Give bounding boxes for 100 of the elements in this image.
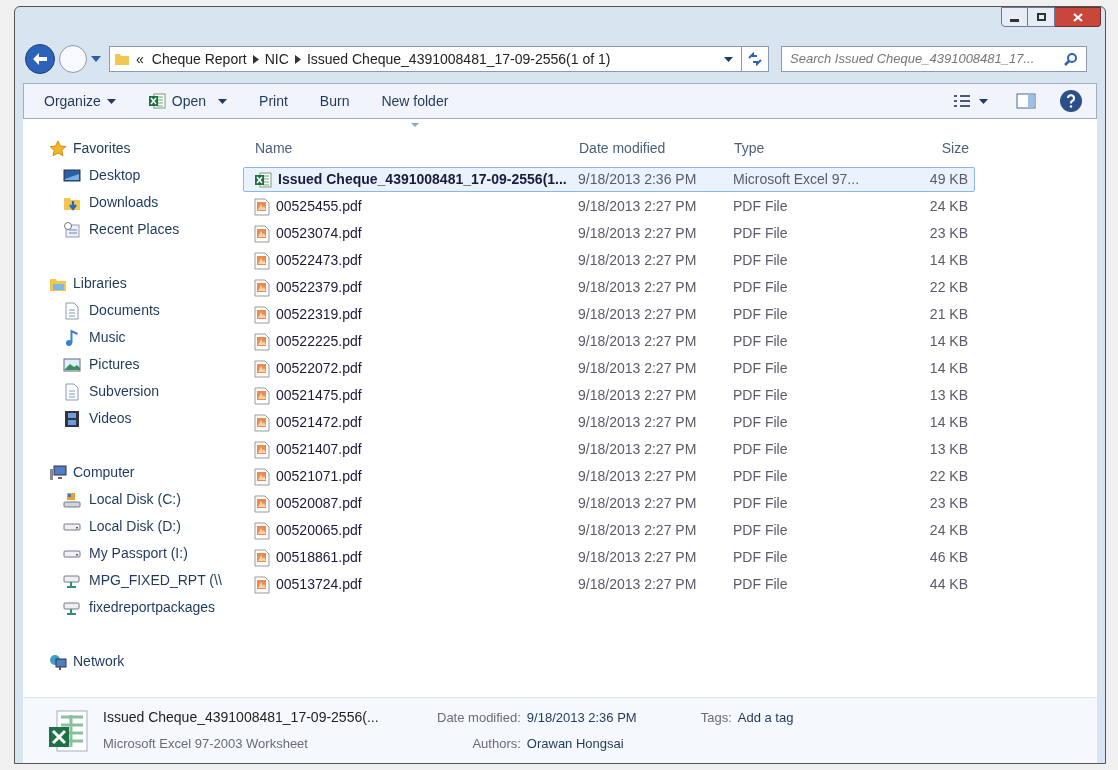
file-row[interactable]: 00521472.pdf 9/18/2013 2:27 PM PDF File 14 KB bbox=[243, 410, 975, 435]
breadcrumb-arrow-icon bbox=[294, 54, 301, 64]
drive-icon bbox=[63, 549, 81, 558]
table-cell-text: PDF File bbox=[732, 332, 789, 351]
column-header[interactable]: Type bbox=[730, 137, 890, 159]
overflow-chevron[interactable]: « bbox=[136, 48, 144, 70]
toolbar-button[interactable]: Print bbox=[253, 84, 294, 118]
file-row[interactable]: 00523074.pdf 9/18/2013 2:27 PM PDF File 23 KB bbox=[243, 221, 975, 246]
nav-group-item[interactable]: Network bbox=[49, 648, 245, 675]
help-button[interactable] bbox=[1060, 90, 1082, 112]
breadcrumb-arrow-icon bbox=[252, 54, 259, 64]
nav-item[interactable]: Subversion bbox=[49, 378, 245, 405]
property-value[interactable]: 9/18/2013 2:36 PM bbox=[526, 708, 637, 728]
table-cell-text: 9/18/2013 2:27 PM bbox=[577, 278, 698, 297]
nav-group-item[interactable]: Favorites bbox=[49, 135, 245, 162]
nav-item[interactable]: Downloads bbox=[49, 189, 245, 216]
nav-item[interactable]: My Passport (I:) bbox=[49, 540, 245, 567]
table-cell-text: 9/18/2013 2:27 PM bbox=[577, 359, 698, 378]
table-cell-text: PDF File bbox=[732, 467, 789, 486]
table-cell-text: 9/18/2013 2:27 PM bbox=[577, 224, 698, 243]
document-icon bbox=[254, 548, 270, 567]
file-row[interactable]: 00518861.pdf 9/18/2013 2:27 PM PDF File 46 KB bbox=[243, 545, 975, 570]
nav-item[interactable]: Videos bbox=[49, 405, 245, 432]
file-name: 00522072.pdf bbox=[244, 358, 574, 379]
search-icon bbox=[1064, 52, 1078, 66]
toolbar-button[interactable]: New folder bbox=[375, 84, 455, 118]
table-cell-text: 49 KB bbox=[928, 170, 969, 189]
file-row[interactable]: 00525455.pdf 9/18/2013 2:27 PM PDF File 24 KB bbox=[243, 194, 975, 219]
open-menu-button[interactable]: Open bbox=[141, 84, 234, 118]
nav-item[interactable]: Music bbox=[49, 324, 245, 351]
file-row[interactable]: 00513724.pdf 9/18/2013 2:27 PM PDF File 44 KB bbox=[243, 572, 975, 597]
file-name: 00522473.pdf bbox=[244, 250, 574, 271]
table-cell-text: PDF File bbox=[732, 224, 789, 243]
property-label: Tags: bbox=[700, 709, 732, 727]
file-row[interactable]: 00522319.pdf 9/18/2013 2:27 PM PDF File 21 KB bbox=[243, 302, 975, 327]
nav-item[interactable]: Documents bbox=[49, 297, 245, 324]
file-row[interactable]: 00520065.pdf 9/18/2013 2:27 PM PDF File 24 KB bbox=[243, 518, 975, 543]
table-cell-text: 9/18/2013 2:27 PM bbox=[577, 440, 698, 459]
table-cell-text: 9/18/2013 2:27 PM bbox=[577, 467, 698, 486]
folder-icon bbox=[114, 51, 130, 67]
back-button[interactable] bbox=[25, 44, 55, 74]
table-cell-text: Microsoft Excel 97... bbox=[732, 170, 861, 189]
nav-item[interactable]: Recent Places bbox=[49, 216, 245, 243]
nav-item[interactable]: MPG_FIXED_RPT (\\ bbox=[49, 567, 245, 594]
nav-item[interactable]: Local Disk (C:) bbox=[49, 486, 245, 513]
nav-item[interactable]: Local Disk (D:) bbox=[49, 513, 245, 540]
document-icon bbox=[254, 413, 270, 432]
property-value[interactable]: Orawan Hongsai bbox=[526, 733, 637, 753]
search-field[interactable]: Search Issued Cheque_4391008481_17... bbox=[781, 46, 1087, 72]
table-cell-text: PDF File bbox=[732, 278, 789, 297]
property-value[interactable]: Add a tag bbox=[737, 708, 794, 728]
file-row[interactable]: 00522473.pdf 9/18/2013 2:27 PM PDF File 14 KB bbox=[243, 248, 975, 273]
table-cell-text: 14 KB bbox=[928, 251, 969, 270]
document-icon bbox=[254, 332, 270, 351]
table-cell-text: 9/18/2013 2:27 PM bbox=[577, 521, 698, 540]
breadcrumb-item[interactable]: Cheque Report bbox=[151, 48, 247, 70]
file-row[interactable]: 00521407.pdf 9/18/2013 2:27 PM PDF File 13 KB bbox=[243, 437, 975, 462]
nav-item[interactable]: Pictures bbox=[49, 351, 245, 378]
table-cell-text: 22 KB bbox=[928, 467, 969, 486]
minimize-button[interactable] bbox=[1001, 7, 1028, 27]
document-icon bbox=[254, 386, 270, 405]
breadcrumb-item[interactable]: NIC bbox=[264, 48, 289, 70]
column-header[interactable]: Date modified bbox=[575, 137, 730, 159]
address-bar[interactable]: « Cheque Report NIC Issued Cheque_4391008481_17-09-2556(1 of 1) bbox=[109, 46, 769, 72]
breadcrumb-item[interactable]: Issued Cheque_4391008481_17-09-2556(1 of 1) bbox=[306, 48, 611, 70]
property-label: Authors: bbox=[471, 734, 521, 753]
table-cell-text: 44 KB bbox=[928, 575, 969, 594]
nav-item[interactable]: Desktop bbox=[49, 162, 245, 189]
file-row[interactable]: 00522072.pdf 9/18/2013 2:27 PM PDF File 14 KB bbox=[243, 356, 975, 381]
table-cell-text: 9/18/2013 2:27 PM bbox=[577, 197, 698, 216]
table-cell-text: 9/18/2013 2:27 PM bbox=[577, 305, 698, 324]
file-row[interactable]: 00522225.pdf 9/18/2013 2:27 PM PDF File 14 KB bbox=[243, 329, 975, 354]
table-cell-text: 9/18/2013 2:27 PM bbox=[577, 332, 698, 351]
history-caret-icon bbox=[91, 56, 101, 62]
drive-icon bbox=[63, 522, 81, 531]
file-row[interactable]: 00521475.pdf 9/18/2013 2:27 PM PDF File 13 KB bbox=[243, 383, 975, 408]
document-icon bbox=[254, 251, 270, 270]
file-row[interactable]: 00522379.pdf 9/18/2013 2:27 PM PDF File 22 KB bbox=[243, 275, 975, 300]
maximize-button[interactable] bbox=[1028, 7, 1055, 27]
toolbar-button[interactable]: Burn bbox=[313, 84, 356, 118]
nav-group-item[interactable]: Libraries bbox=[49, 270, 245, 297]
column-header[interactable]: Size bbox=[890, 137, 975, 159]
network-icon bbox=[49, 652, 67, 671]
computer-icon bbox=[49, 463, 67, 482]
nav-item[interactable]: fixedreportpackages bbox=[49, 594, 245, 621]
document-icon bbox=[254, 359, 270, 378]
file-row[interactable]: 00521071.pdf 9/18/2013 2:27 PM PDF File 22 KB bbox=[243, 464, 975, 489]
close-button[interactable] bbox=[1055, 7, 1101, 27]
back-arrow-icon bbox=[32, 52, 48, 66]
file-row[interactable]: 00520087.pdf 9/18/2013 2:27 PM PDF File 23 KB bbox=[243, 491, 975, 516]
table-cell-text: 9/18/2013 2:27 PM bbox=[577, 494, 698, 513]
column-header[interactable]: Name bbox=[245, 137, 575, 159]
file-name: 00513724.pdf bbox=[244, 574, 574, 595]
table-cell-text: PDF File bbox=[732, 494, 789, 513]
table-cell-text: PDF File bbox=[732, 305, 789, 324]
file-row[interactable]: Issued Cheque_4391008481_17-09-2556(1... 9/18/2013 2:36 PM Microsoft Excel 97... 49 KB bbox=[243, 167, 975, 192]
picture-icon bbox=[63, 355, 81, 374]
organize-menu-button[interactable]: Organize bbox=[38, 84, 122, 118]
nav-group-item[interactable]: Computer bbox=[49, 459, 245, 486]
recent-places-icon bbox=[63, 220, 81, 239]
